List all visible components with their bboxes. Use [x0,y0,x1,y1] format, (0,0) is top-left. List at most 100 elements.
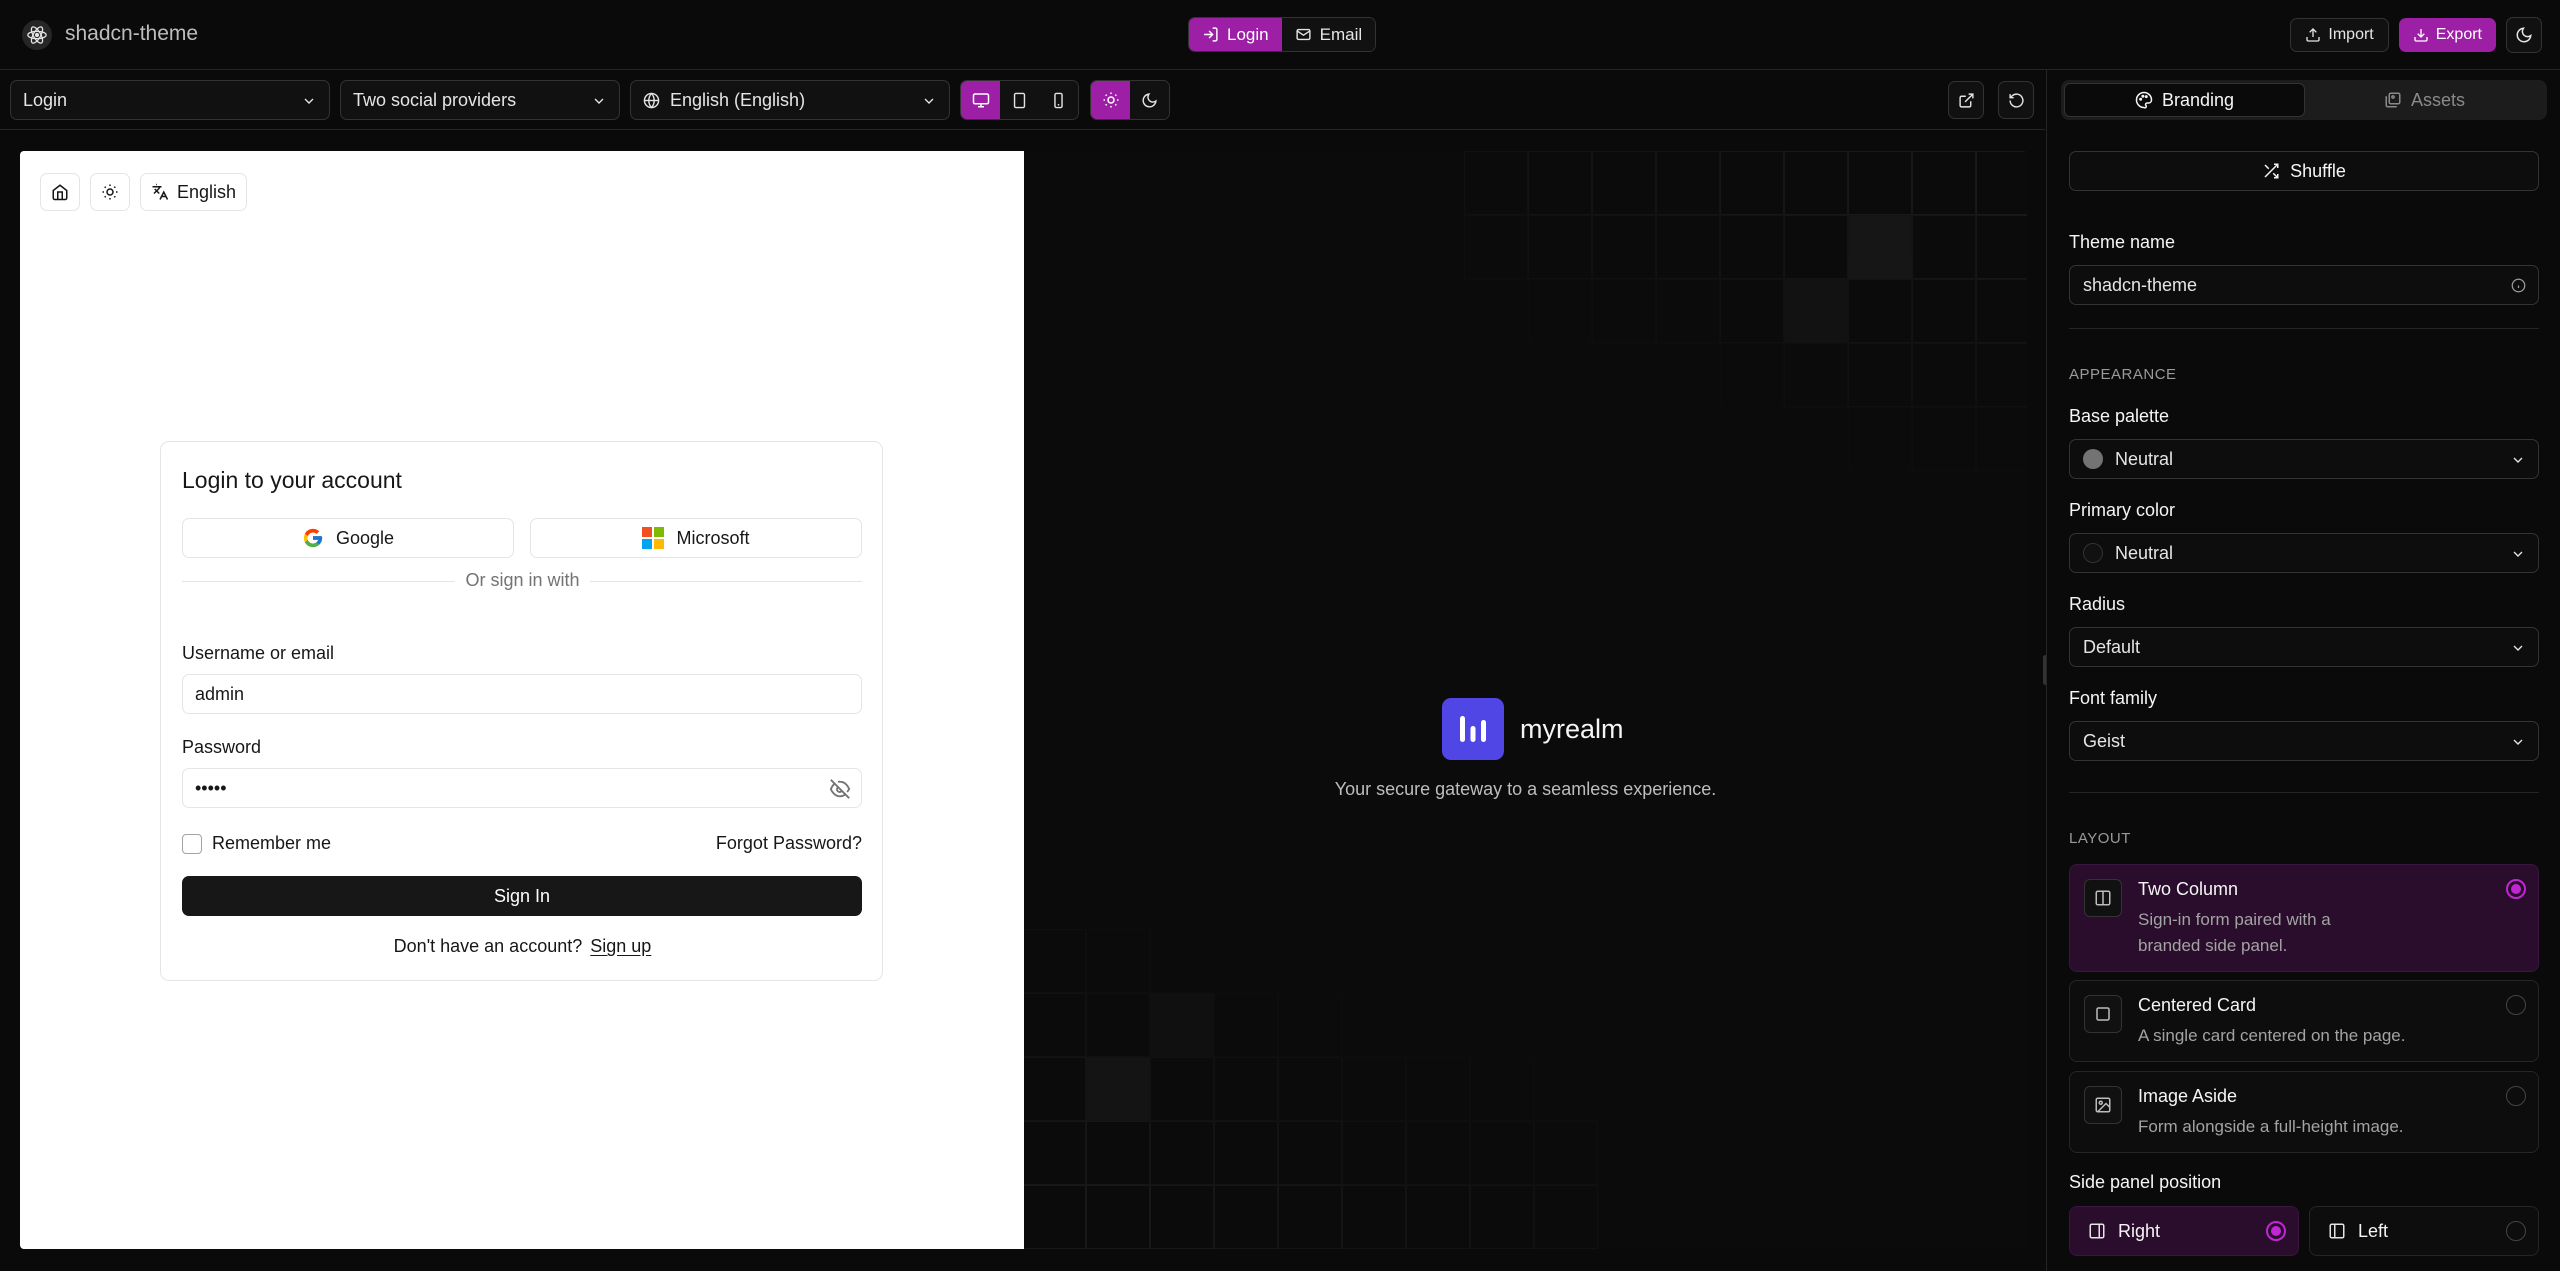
grid-tile [1214,929,1278,993]
language-select-value: English (English) [670,89,806,110]
grid-tile [1976,407,2027,471]
layout-option-two-column[interactable]: Two Column Sign-in form paired with a br… [2069,864,2539,972]
theme-toggle-button[interactable] [2506,17,2542,53]
email-mode-button[interactable]: Email [1281,18,1376,51]
theme-name-input[interactable]: shadcn-theme [2069,265,2539,305]
light-preview-button[interactable] [1091,81,1130,119]
grid-tile [1024,929,1086,993]
forgot-password-link[interactable]: Forgot Password? [716,833,862,854]
grid-tile [1086,993,1150,1057]
layout-option-title: Two Column [2138,879,2239,899]
header-actions: Import Export [2290,17,2560,53]
layout-radio[interactable] [2506,1086,2526,1106]
tab-branding-label: Branding [2161,89,2235,110]
brand-lockup: myrealm [1442,698,1624,760]
primary-color-select[interactable]: Neutral [2069,533,2539,573]
grid-tile [1464,151,1528,215]
grid-tile [1592,215,1656,279]
shuffle-button[interactable]: Shuffle [2069,151,2539,191]
layout-option-centered-card[interactable]: Centered Card A single card centered on … [2069,980,2539,1062]
grid-tile [1848,151,1912,215]
tablet-view-button[interactable] [1000,81,1039,119]
theme-settings-panel: Branding Assets Shuffle Theme name shadc… [2046,70,2560,1271]
tab-assets[interactable]: Assets [2305,83,2544,117]
mobile-view-button[interactable] [1039,81,1078,119]
password-value: ••••• [195,777,227,798]
grid-tile [1278,993,1342,1057]
login-mode-button[interactable]: Login [1189,18,1282,51]
google-login-button[interactable]: Google [182,518,514,558]
grid-tile [1470,1185,1534,1249]
grid-tile [1534,1057,1598,1121]
columns-icon [2084,879,2122,917]
page-select[interactable]: Login [10,80,330,120]
language-button[interactable]: English [140,173,248,211]
grid-tile [1278,1185,1342,1249]
smartphone-icon [1054,92,1063,108]
desktop-view-button[interactable] [961,81,1000,119]
password-input[interactable]: ••••• [182,768,862,808]
languages-icon [152,183,169,200]
grid-tile [1784,279,1848,343]
primary-swatch [2083,543,2103,563]
layout-option-title: Centered Card [2138,995,2257,1015]
layout-radio-selected[interactable] [2506,879,2526,899]
sign-in-button[interactable]: Sign In [182,876,862,916]
grid-tile [1150,1121,1214,1185]
grid-tile [1656,279,1720,343]
grid-tile [1086,1185,1150,1249]
react-atom-icon [22,20,52,50]
tab-branding[interactable]: Branding [2064,83,2305,117]
appearance-heading: APPEARANCE [2069,366,2177,383]
variant-select[interactable]: Two social providers [340,80,620,120]
remember-checkbox[interactable] [182,834,202,854]
home-icon [52,184,68,201]
language-select[interactable]: English (English) [630,80,950,120]
export-button[interactable]: Export [2398,18,2496,52]
username-input[interactable]: admin [182,674,862,714]
password-label: Password [182,737,262,757]
side-panel-right-option[interactable]: Right [2069,1206,2299,1256]
layout-option-image-aside[interactable]: Image Aside Form alongside a full-height… [2069,1071,2539,1153]
grid-tile [1720,279,1784,343]
images-icon [2385,92,2401,108]
reset-button[interactable] [1998,81,2034,119]
grid-tile [1784,343,1848,407]
layout-option-desc: Form alongside a full-height image. [2138,1117,2404,1136]
info-icon [2511,278,2526,293]
dark-preview-button[interactable] [1130,81,1169,119]
palette-swatch [2083,449,2103,469]
microsoft-login-button[interactable]: Microsoft [530,518,862,558]
font-family-select[interactable]: Geist [2069,721,2539,761]
import-button[interactable]: Import [2290,18,2389,52]
grid-tile [1656,151,1720,215]
preview-theme-button[interactable] [90,173,130,211]
radius-label: Radius [2069,594,2126,614]
side-panel-left-option[interactable]: Left [2309,1206,2539,1256]
grid-tile [1912,215,1976,279]
grid-tile [1976,343,2027,407]
grid-tile [1150,1185,1214,1249]
side-right-label: Right [2118,1220,2161,1241]
radius-select[interactable]: Default [2069,627,2539,667]
preview-form-panel: English Login to your account Google Mic… [20,151,1024,1249]
open-external-button[interactable] [1948,81,1984,119]
grid-tile [1214,1185,1278,1249]
grid-tile [1406,1185,1470,1249]
grid-tile [1086,1121,1150,1185]
tab-assets-label: Assets [2410,89,2466,110]
sign-up-link[interactable]: Sign up [590,936,651,956]
layout-radio[interactable] [2506,995,2526,1015]
square-icon [2084,995,2122,1033]
grid-tile [1848,215,1912,279]
shuffle-label: Shuffle [2290,160,2346,181]
side-right-radio[interactable] [2266,1221,2286,1241]
google-label: Google [335,527,395,548]
grid-tile [1086,1057,1150,1121]
side-left-radio[interactable] [2506,1221,2526,1241]
base-palette-select[interactable]: Neutral [2069,439,2539,479]
grid-tile [1342,1057,1406,1121]
home-button[interactable] [40,173,80,211]
bar-chart-logo-icon [1442,698,1504,760]
download-icon [2414,29,2428,42]
